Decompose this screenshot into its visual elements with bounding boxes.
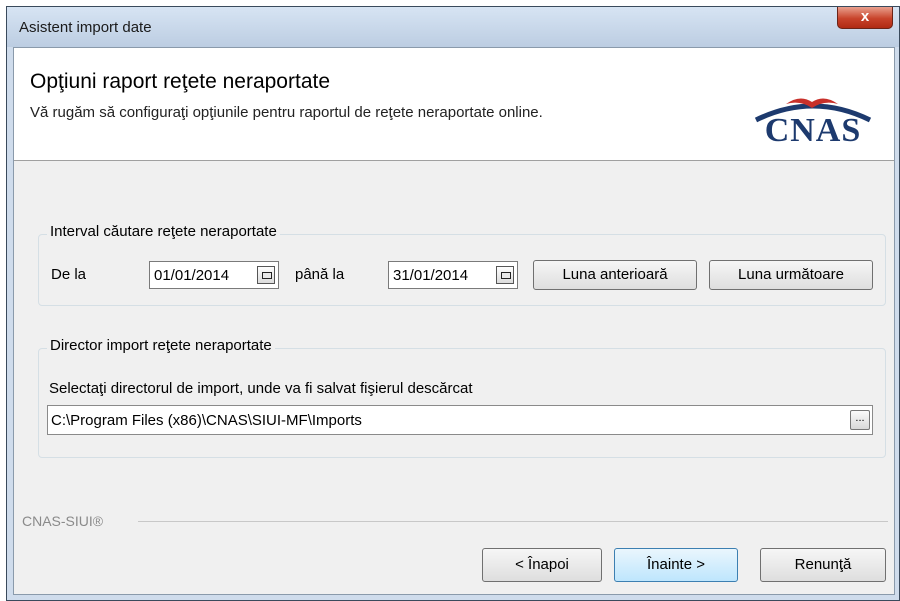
directory-path-field[interactable]: C:\Program Files (x86)\CNAS\SIUI-MF\Impo…: [47, 405, 873, 435]
footer-divider: [138, 521, 888, 522]
next-month-button[interactable]: Luna următoare: [709, 260, 873, 290]
page-title: Opţiuni raport reţete neraportate: [30, 70, 331, 93]
from-date-value: 01/01/2014: [154, 267, 230, 284]
logo-text: CNAS: [764, 112, 862, 149]
back-button[interactable]: < Înapoi: [482, 548, 602, 582]
close-button[interactable]: x: [837, 7, 893, 29]
window-title: Asistent import date: [19, 19, 152, 36]
calendar-icon[interactable]: [257, 266, 275, 284]
directory-group: Director import reţete neraportate Selec…: [38, 337, 886, 458]
from-date-picker[interactable]: 01/01/2014: [149, 261, 279, 289]
title-bar[interactable]: Asistent import date x: [7, 7, 899, 47]
to-label: până la: [295, 266, 345, 283]
to-date-picker[interactable]: 31/01/2014: [388, 261, 518, 289]
close-icon: x: [860, 8, 870, 25]
interval-group: Interval căutare reţete neraportate De l…: [38, 223, 886, 306]
interval-legend: Interval căutare reţete neraportate: [47, 223, 280, 240]
next-button[interactable]: Înainte >: [614, 548, 738, 582]
wizard-header: Opţiuni raport reţete neraportate Vă rug…: [14, 48, 894, 161]
cancel-button[interactable]: Renunţă: [760, 548, 886, 582]
directory-legend: Director import reţete neraportate: [47, 337, 275, 354]
cnas-logo: CNAS: [748, 90, 878, 150]
wizard-window: Asistent import date x Opţiuni raport re…: [6, 6, 900, 601]
to-date-value: 31/01/2014: [393, 267, 469, 284]
prev-month-button[interactable]: Luna anterioară: [533, 260, 697, 290]
browse-button[interactable]: ...: [850, 410, 870, 430]
page-subtitle: Vă rugăm să configuraţi opţiunile pentru…: [30, 104, 543, 121]
wizard-page: Opţiuni raport reţete neraportate Vă rug…: [13, 47, 895, 595]
directory-instruction: Selectaţi directorul de import, unde va …: [49, 380, 473, 397]
directory-path-value: C:\Program Files (x86)\CNAS\SIUI-MF\Impo…: [51, 412, 362, 429]
from-label: De la: [51, 266, 87, 283]
calendar-icon[interactable]: [496, 266, 514, 284]
footer-brand: CNAS-SIUI®: [22, 513, 104, 529]
